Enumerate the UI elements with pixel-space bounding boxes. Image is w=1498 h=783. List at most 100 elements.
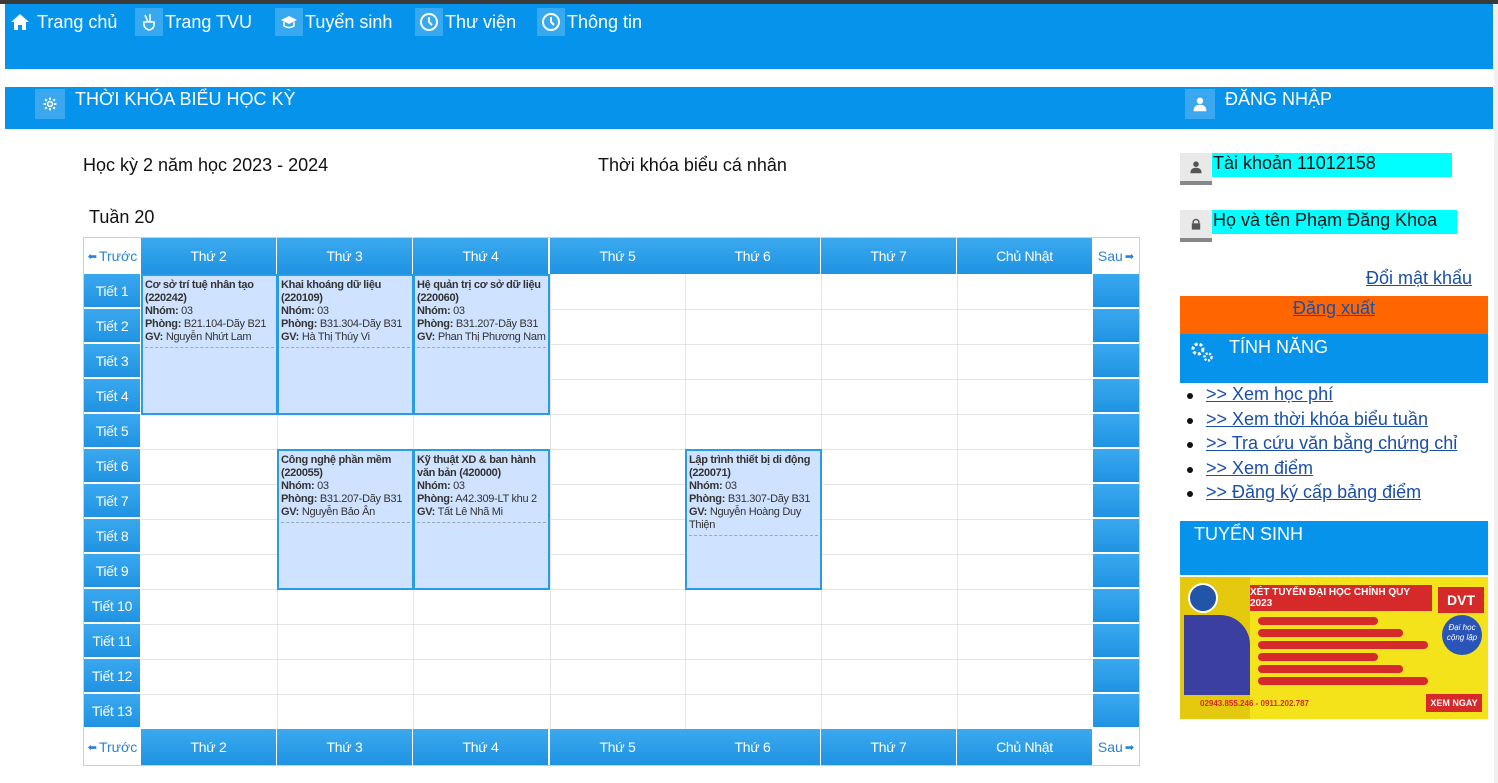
course-divider	[145, 346, 274, 348]
admissions-banner[interactable]: XÉT TUYỂN ĐẠI HỌC CHÍNH QUY 2023 DVT Đại…	[1180, 577, 1488, 719]
course-room: Phòng: A42.309-LT khu 2	[417, 493, 546, 506]
nav-info[interactable]: Thông tin	[537, 8, 642, 36]
change-password-link[interactable]: Đổi mật khẩu	[1366, 268, 1472, 289]
course-group: Nhóm: 03	[145, 305, 274, 318]
course-block[interactable]: Khai khoáng dữ liệu (220109) Nhóm: 03 Phòn…	[277, 274, 414, 415]
feature-item[interactable]: >> Xem thời khóa biểu tuần	[1186, 409, 1457, 434]
course-room-value: B31.307-Dãy B31	[727, 493, 811, 505]
course-teacher-value: Phan Thị Phương Nam	[437, 331, 546, 343]
nav-tvu-label: Trang TVU	[165, 11, 253, 32]
course-group-value: 03	[317, 480, 329, 492]
nav-admissions[interactable]: Tuyển sinh	[275, 8, 392, 36]
course-group-label: Nhóm:	[145, 305, 179, 317]
prev-week-button[interactable]: ⬅ Trước	[84, 238, 141, 274]
nav-tvu[interactable]: Trang TVU	[135, 8, 252, 36]
course-group-label: Nhóm:	[281, 480, 315, 492]
prev-week-button-bottom[interactable]: ⬅ Trước	[84, 729, 141, 765]
university-logo	[1188, 583, 1218, 613]
period-right-cell	[1093, 484, 1139, 518]
banner-slogan: Đại học cộng lập	[1442, 615, 1482, 655]
course-block[interactable]: Kỹ thuật XD & ban hành văn bản (420000) N…	[413, 449, 550, 590]
course-block[interactable]: Lập trình thiết bị di động (220071) Nhóm:…	[685, 449, 822, 590]
vertical-scrollbar[interactable]	[1494, 4, 1498, 783]
course-group-label: Nhóm:	[689, 480, 723, 492]
course-block[interactable]: Hệ quản trị cơ sở dữ liệu (220060) Nhóm: …	[413, 274, 550, 415]
period-label: Tiết 11	[84, 624, 140, 658]
day-header: Chủ Nhật	[957, 729, 1093, 765]
nav-library[interactable]: Thư viện	[415, 8, 516, 36]
day-header: Thứ 7	[821, 238, 957, 274]
course-teacher: GV: Nguyễn Hoàng Duy Thiện	[689, 506, 818, 532]
clock-icon	[537, 8, 565, 36]
course-teacher-value: Nguyễn Nhứt Lam	[165, 331, 252, 343]
course-group-label: Nhóm:	[417, 480, 451, 492]
banner-badge: DVT	[1438, 587, 1484, 613]
period-right-cell	[1093, 344, 1139, 378]
nav-library-label: Thư viện	[445, 11, 517, 32]
feature-item[interactable]: >> Xem điểm	[1186, 458, 1457, 483]
next-week-label: Sau	[1097, 248, 1123, 264]
course-group: Nhóm: 03	[281, 480, 410, 493]
course-teacher: GV: Phan Thị Phương Nam	[417, 331, 546, 344]
course-block[interactable]: Công nghệ phần mềm (220055) Nhóm: 03 Phòng…	[277, 449, 414, 590]
course-group-value: 03	[317, 305, 329, 317]
course-room-value: B21.104-Dãy B21	[183, 318, 267, 330]
banner-bullet-bar	[1258, 641, 1428, 649]
day-header: Thứ 4	[413, 238, 549, 274]
course-room-label: Phòng:	[281, 318, 318, 330]
period-label: Tiết 6	[84, 449, 140, 483]
prev-week-label: Trước	[98, 248, 138, 264]
day-header: Thứ 3	[277, 729, 413, 765]
course-teacher-label: GV:	[417, 331, 436, 343]
course-room: Phòng: B31.304-Dãy B31	[281, 318, 410, 331]
period-label: Tiết 8	[84, 519, 140, 553]
course-teacher: GV: Nguyễn Nhứt Lam	[145, 331, 274, 344]
nav-admissions-label: Tuyển sinh	[305, 11, 393, 32]
gear-icon	[35, 89, 65, 119]
period-label: Tiết 2	[84, 309, 140, 343]
feature-link[interactable]: >> Xem điểm	[1206, 458, 1313, 478]
banner-bullet-bar	[1258, 677, 1428, 685]
day-header: Thứ 6	[685, 729, 821, 765]
course-block[interactable]: Cơ sở trí tuệ nhân tạo (220242) Nhóm: 03 P…	[141, 274, 278, 415]
feature-link[interactable]: >> Tra cứu văn bằng chứng chỉ	[1206, 433, 1457, 453]
hand-icon	[135, 8, 163, 36]
period-label: Tiết 9	[84, 554, 140, 588]
lock-icon	[1180, 210, 1212, 242]
timetable-title: Thời khóa biểu cá nhân	[598, 155, 787, 175]
logout-label: Đăng xuất	[1292, 298, 1376, 318]
next-week-button[interactable]: Sau ➡	[1093, 238, 1139, 274]
login-title: ĐĂNG NHẬP	[1225, 89, 1333, 109]
feature-link[interactable]: >> Xem học phí	[1206, 384, 1333, 404]
period-right-cell	[1093, 624, 1139, 658]
course-teacher: GV: Nguyễn Bảo Ân	[281, 506, 410, 519]
timetable-grid: ⬅ Trước Thứ 2 Thứ 3 Thứ 4 Thứ 5 Thứ 6 Thứ 7 Chủ …	[83, 237, 1140, 766]
banner-cta[interactable]: XEM NGAY	[1426, 694, 1482, 712]
feature-item[interactable]: >> Đăng ký cấp bảng điểm	[1186, 482, 1457, 507]
period-right-cell	[1093, 274, 1139, 308]
nav-home[interactable]: Trang chủ	[5, 8, 117, 36]
grid-row-line	[141, 659, 1093, 660]
next-week-button-bottom[interactable]: Sau ➡	[1093, 729, 1139, 765]
course-room-value: A42.309-LT khu 2	[455, 493, 537, 505]
day-header: Thứ 6	[685, 238, 821, 274]
course-room: Phòng: B31.307-Dãy B31	[689, 493, 818, 506]
week-label: Tuần 20	[89, 207, 155, 227]
banner-bullet-bar	[1258, 665, 1403, 673]
feature-item[interactable]: >> Tra cứu văn bằng chứng chỉ	[1186, 433, 1457, 458]
period-label: Tiết 4	[84, 379, 140, 413]
course-name: Hệ quản trị cơ sở dữ liệu (220060)	[417, 279, 541, 304]
feature-link[interactable]: >> Xem thời khóa biểu tuần	[1206, 409, 1428, 429]
course-group-value: 03	[181, 305, 193, 317]
day-header: Chủ Nhật	[957, 238, 1093, 274]
logout-button[interactable]: Đăng xuất	[1180, 296, 1488, 334]
course-name: Lập trình thiết bị di động (220071)	[689, 454, 811, 479]
feature-item[interactable]: >> Xem học phí	[1186, 384, 1457, 409]
period-right-cell	[1093, 379, 1139, 413]
course-room-label: Phòng:	[689, 493, 726, 505]
feature-link[interactable]: >> Đăng ký cấp bảng điểm	[1206, 482, 1421, 502]
course-divider	[281, 521, 410, 523]
course-room-label: Phòng:	[281, 493, 318, 505]
user-icon	[1180, 153, 1212, 185]
course-group-label: Nhóm:	[281, 305, 315, 317]
